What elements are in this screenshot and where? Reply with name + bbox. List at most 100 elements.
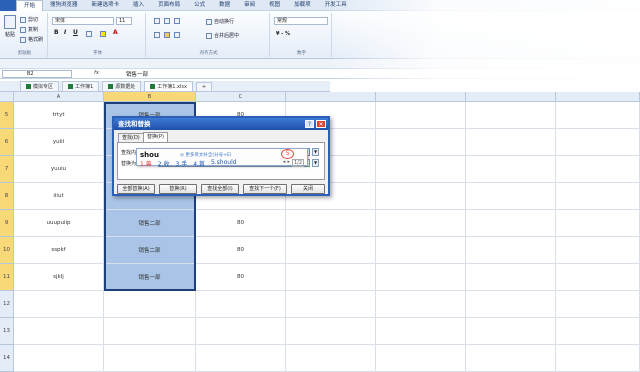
ime-next-icon[interactable]: ▸ [287, 159, 290, 167]
cell-f[interactable] [466, 237, 556, 264]
new-tab-button[interactable]: + [195, 81, 213, 91]
replace-dropdown[interactable]: ▼ [312, 159, 319, 167]
ime-candidate[interactable]: 4.首 [193, 159, 205, 168]
align-top-icon[interactable] [154, 18, 160, 24]
cell-a[interactable]: yuiii [14, 129, 104, 156]
fill-color-icon[interactable] [100, 31, 106, 37]
ime-candidate[interactable]: 5.should [211, 159, 237, 168]
tab-data[interactable]: 数据 [212, 0, 237, 11]
workbook-tab[interactable]: 源数据处 [102, 81, 142, 91]
cell-e[interactable] [376, 183, 466, 210]
cell-f[interactable] [466, 156, 556, 183]
cell-a[interactable]: uuupuiip [14, 210, 104, 237]
align-right-icon[interactable] [174, 32, 180, 38]
formula-input[interactable]: 销售一部 [126, 70, 148, 78]
cell-a[interactable]: iiiut [14, 183, 104, 210]
tab-formulas[interactable]: 公式 [187, 0, 212, 11]
cell-f[interactable] [466, 102, 556, 129]
corner-select-all[interactable] [0, 92, 14, 102]
cell-d[interactable] [286, 237, 376, 264]
align-center-icon[interactable] [164, 32, 170, 38]
cell-a[interactable] [14, 318, 104, 345]
find-next-button[interactable]: 查找下一个(F) [243, 184, 287, 194]
column-header-e[interactable] [376, 92, 466, 102]
cell-e[interactable] [376, 291, 466, 318]
tab-replace[interactable]: 替换(P) [143, 132, 168, 142]
cell-c[interactable] [196, 291, 286, 318]
column-header-g[interactable] [556, 92, 640, 102]
cell-f[interactable] [466, 210, 556, 237]
cell-e[interactable] [376, 318, 466, 345]
cell-c[interactable] [196, 318, 286, 345]
cell-c[interactable]: 80 [196, 264, 286, 291]
cell-f[interactable] [466, 291, 556, 318]
column-header-f[interactable] [466, 92, 556, 102]
cell-b[interactable]: 销售二部 [104, 237, 196, 264]
cell-b[interactable] [104, 318, 196, 345]
cell-e[interactable] [376, 156, 466, 183]
cell-e[interactable] [376, 210, 466, 237]
workbook-tab[interactable]: 工作簿1 [62, 81, 100, 91]
workbook-tab[interactable]: 模拟专区 [20, 81, 60, 91]
cell-g[interactable] [556, 264, 640, 291]
tab-view[interactable]: 视图 [262, 0, 287, 11]
border-icon[interactable] [86, 31, 92, 37]
underline-button[interactable]: U [73, 29, 78, 36]
cell-g[interactable] [556, 129, 640, 156]
cell-a[interactable]: trtyt [14, 102, 104, 129]
align-bottom-icon[interactable] [174, 18, 180, 24]
font-color-button[interactable]: A [113, 29, 118, 36]
cell-c[interactable]: 80 [196, 210, 286, 237]
column-header-b[interactable]: B [104, 92, 196, 102]
cell-b[interactable]: 销售一部 [104, 264, 196, 291]
cell-a[interactable]: yuuiu [14, 156, 104, 183]
cell-c[interactable]: 80 [196, 237, 286, 264]
ime-prev-icon[interactable]: ◂ [283, 159, 286, 167]
cell-e[interactable] [376, 102, 466, 129]
find-all-button[interactable]: 查找全部(I) [201, 184, 239, 194]
tab-review[interactable]: 审阅 [237, 0, 262, 11]
cut-button[interactable]: 剪切 [20, 16, 38, 23]
font-name-combo[interactable]: 宋体 [52, 17, 114, 25]
cell-e[interactable] [376, 237, 466, 264]
cell-a[interactable] [14, 291, 104, 318]
cell-g[interactable] [556, 237, 640, 264]
cell-d[interactable] [286, 345, 376, 372]
tab-sogou[interactable]: 搜狗浏览器 [43, 0, 85, 11]
cell-g[interactable] [556, 345, 640, 372]
help-button[interactable]: ? [305, 120, 314, 128]
cell-e[interactable] [376, 264, 466, 291]
find-dropdown[interactable]: ▼ [312, 148, 319, 156]
ime-candidate[interactable]: 1.兽 [140, 159, 152, 168]
cell-d[interactable] [286, 210, 376, 237]
tab-home[interactable]: 开始 [16, 0, 44, 11]
cell-f[interactable] [466, 129, 556, 156]
ime-candidate[interactable]: 3.手 [175, 159, 187, 168]
row-header[interactable]: 5 [0, 102, 14, 129]
bold-button[interactable]: B [54, 29, 59, 36]
tab-page-layout[interactable]: 页面布局 [151, 0, 187, 11]
tab-addins[interactable]: 加载项 [287, 0, 318, 11]
wrap-text-button[interactable]: 自动换行 [206, 18, 234, 25]
row-header[interactable]: 7 [0, 156, 14, 183]
cell-a[interactable] [14, 345, 104, 372]
cell-g[interactable] [556, 183, 640, 210]
cell-f[interactable] [466, 318, 556, 345]
cell-e[interactable] [376, 129, 466, 156]
cell-d[interactable] [286, 264, 376, 291]
cell-b[interactable]: 销售二部 [104, 210, 196, 237]
cell-g[interactable] [556, 210, 640, 237]
align-middle-icon[interactable] [164, 18, 170, 24]
cell-d[interactable] [286, 318, 376, 345]
font-size-combo[interactable]: 11 [116, 17, 132, 25]
cell-f[interactable] [466, 264, 556, 291]
currency-button[interactable]: ¥ - % [276, 31, 290, 37]
column-header-a[interactable]: A [14, 92, 104, 102]
cell-e[interactable] [376, 345, 466, 372]
format-painter-button[interactable]: 格式刷 [20, 36, 43, 43]
tab-file[interactable] [0, 0, 16, 11]
replace-button[interactable]: 替换(R) [159, 184, 197, 194]
replace-all-button[interactable]: 全部替换(A) [117, 184, 155, 194]
italic-button[interactable]: I [64, 29, 66, 36]
cell-g[interactable] [556, 318, 640, 345]
